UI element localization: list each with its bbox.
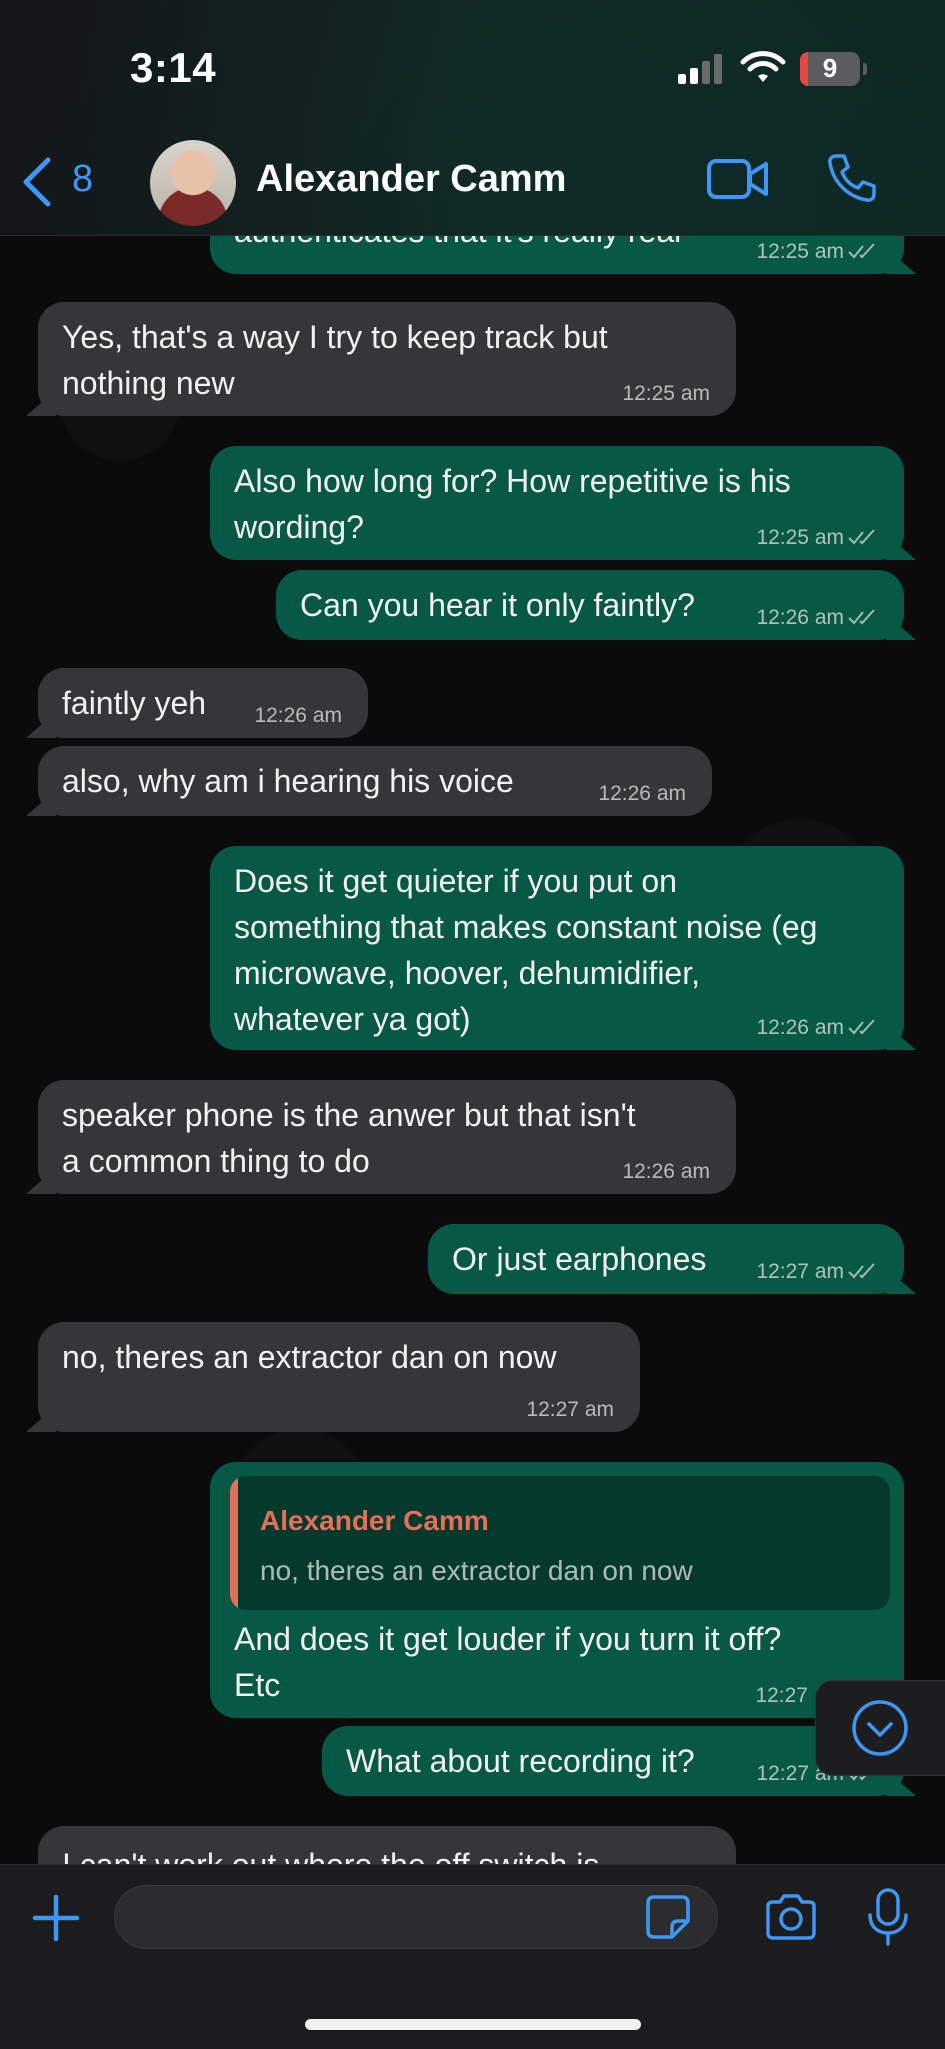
microphone-icon[interactable] xyxy=(866,1887,910,1947)
message-incoming[interactable]: no, theres an extractor dan on now 12:27… xyxy=(38,1322,640,1432)
scroll-to-bottom-button[interactable] xyxy=(815,1680,945,1776)
chat-area[interactable]: authenticates that it's really real 12:2… xyxy=(0,0,945,1864)
battery-cap xyxy=(863,63,867,75)
header-divider xyxy=(0,235,945,236)
battery-icon: 9 xyxy=(800,52,867,86)
message-outgoing[interactable]: Does it get quieter if you put on someth… xyxy=(210,846,904,1050)
message-time: 12:25 am xyxy=(756,526,878,550)
back-button[interactable]: 8 xyxy=(20,152,140,212)
message-outgoing-reply[interactable]: Alexander Camm no, theres an extractor d… xyxy=(210,1462,904,1718)
message-outgoing[interactable]: Or just earphones 12:27 am xyxy=(428,1224,904,1294)
message-time: 12:26 am xyxy=(756,1016,878,1040)
message-time: 12:26 am xyxy=(622,1160,710,1183)
message-text: speaker phone is the anwer but that isn'… xyxy=(62,1097,636,1179)
quoted-author: Alexander Camm xyxy=(260,1505,489,1536)
unread-count: 8 xyxy=(72,158,94,200)
message-time: 12:27 am xyxy=(526,1398,614,1421)
phone-call-icon[interactable] xyxy=(826,152,878,204)
message-outgoing[interactable]: Can you hear it only faintly? 12:26 am xyxy=(276,570,904,640)
message-incoming[interactable]: also, why am i hearing his voice 12:26 a… xyxy=(38,746,712,816)
message-time: 12:26 am xyxy=(598,782,686,805)
cellular-signal-icon xyxy=(678,54,722,84)
message-incoming[interactable]: speaker phone is the anwer but that isn'… xyxy=(38,1080,736,1194)
message-incoming[interactable]: Yes, that's a way I try to keep track bu… xyxy=(38,302,736,416)
message-composer xyxy=(0,1864,945,2049)
battery-percent: 9 xyxy=(822,53,838,83)
message-text: I can't work out where the off switch is xyxy=(62,1842,599,1864)
quote-bar xyxy=(230,1476,238,1610)
home-indicator xyxy=(305,2019,641,2030)
plus-icon[interactable] xyxy=(31,1893,81,1943)
double-check-icon xyxy=(848,609,875,625)
message-incoming[interactable]: I can't work out where the off switch is xyxy=(38,1826,736,1864)
message-time: 12:26 am xyxy=(254,704,342,727)
message-time: 12:25 am xyxy=(756,240,878,264)
double-check-icon xyxy=(848,243,875,259)
message-text: faintly yeh xyxy=(62,685,207,721)
contact-name[interactable]: Alexander Camm xyxy=(256,158,566,201)
double-check-icon xyxy=(848,1019,875,1035)
message-time: 12:25 am xyxy=(622,382,710,405)
message-time: 12:27 am xyxy=(756,1260,878,1284)
message-text: also, why am i hearing his voice xyxy=(62,763,514,799)
quoted-message[interactable]: Alexander Camm no, theres an extractor d… xyxy=(230,1476,890,1610)
message-text: no, theres an extractor dan on now xyxy=(62,1339,557,1375)
top-bar: 3:14 9 8 Alexander Camm xyxy=(0,0,945,236)
message-text: Also how long for? How repetitive is his… xyxy=(234,463,791,545)
quoted-text: no, theres an extractor dan on now xyxy=(260,1555,693,1586)
chevron-left-icon xyxy=(23,157,51,207)
message-text: And does it get louder if you turn it of… xyxy=(234,1621,782,1703)
double-check-icon xyxy=(848,1263,875,1279)
message-time: 12:27 xyxy=(755,1684,808,1707)
message-text: Can you hear it only faintly? xyxy=(300,587,695,623)
message-incoming[interactable]: faintly yeh 12:26 am xyxy=(38,668,368,738)
chevron-down-circle-icon xyxy=(852,1700,908,1756)
camera-icon[interactable] xyxy=(763,1893,819,1941)
video-call-icon[interactable] xyxy=(706,156,770,202)
message-text: Or just earphones xyxy=(452,1241,707,1277)
avatar[interactable] xyxy=(150,140,236,226)
message-text: Yes, that's a way I try to keep track bu… xyxy=(62,319,608,401)
sticker-icon[interactable] xyxy=(644,1893,692,1941)
double-check-icon xyxy=(848,529,875,545)
message-input[interactable] xyxy=(114,1885,718,1949)
message-text: Does it get quieter if you put on someth… xyxy=(234,863,818,1037)
status-time: 3:14 xyxy=(130,44,217,91)
message-text: What about recording it? xyxy=(346,1743,695,1779)
message-outgoing[interactable]: Also how long for? How repetitive is his… xyxy=(210,446,904,560)
message-time: 12:26 am xyxy=(756,606,878,630)
wifi-icon xyxy=(740,51,786,82)
